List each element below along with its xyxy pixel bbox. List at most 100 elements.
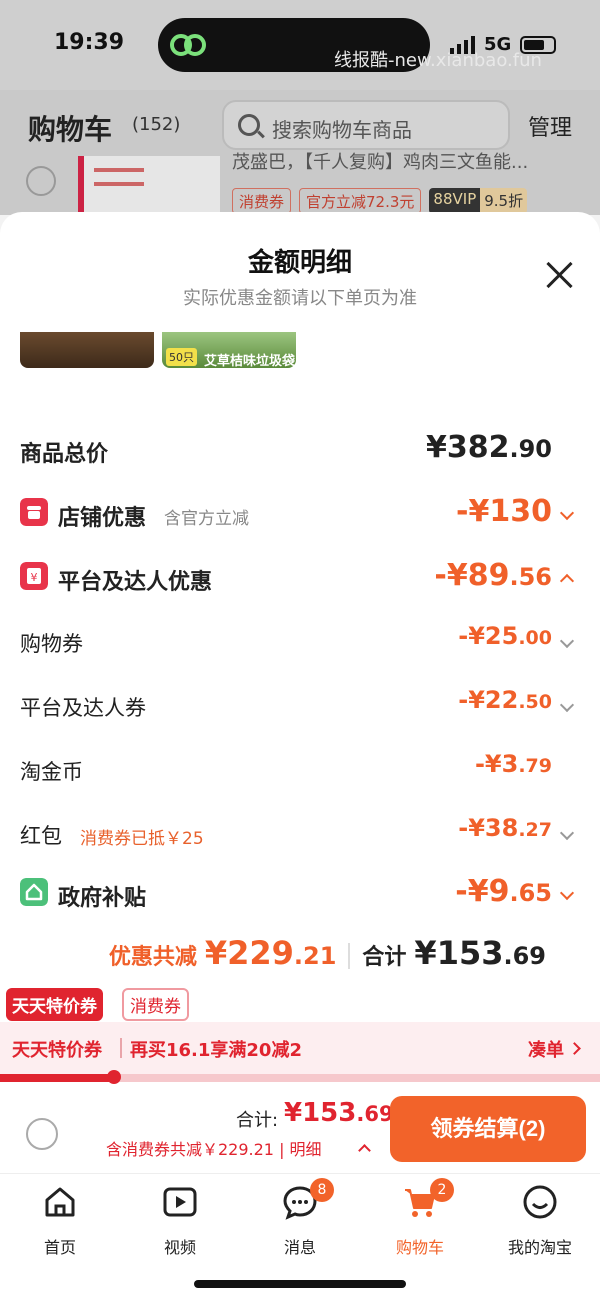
video-icon <box>163 1187 197 1217</box>
search-icon <box>238 114 260 136</box>
row-red-packet[interactable]: 红包 消费券已抵￥25 -¥38.27 <box>20 814 580 854</box>
cart-title: 购物车 <box>28 113 113 146</box>
row-value: -¥3.79 <box>474 750 552 778</box>
product-image: 50只 艾草桔味垃圾袋 <box>162 332 296 369</box>
row-creator-coupon[interactable]: 平台及达人券 -¥22.50 <box>20 686 580 726</box>
item-select-radio[interactable] <box>26 166 56 196</box>
select-all-radio[interactable] <box>26 1118 58 1150</box>
home-icon <box>45 1187 75 1217</box>
network-type: 5G <box>484 34 512 55</box>
promo-progress-handle <box>107 1070 121 1084</box>
link-icon <box>170 34 206 56</box>
checkout-total-label: 合计: <box>236 1110 279 1131</box>
row-label: 淘金币 <box>20 760 83 784</box>
row-label: 平台及达人券 <box>20 696 146 720</box>
chevron-down-icon <box>559 505 575 521</box>
cart-header-dimmed: 购物车 (152) 搜索购物车商品 管理 茂盛巴，【千人复购】鸡肉三文鱼能...… <box>0 90 600 216</box>
total-value: ¥153.69 <box>414 934 546 972</box>
coupon-icon: ¥ <box>20 562 48 590</box>
checkout-total: ¥153.69 <box>284 1098 394 1128</box>
item-title: 茂盛巴，【千人复购】鸡肉三文鱼能... <box>232 152 529 173</box>
discount-label: 优惠共减 <box>108 945 197 970</box>
cart-search-input[interactable]: 搜索购物车商品 <box>222 100 510 150</box>
promo-tag: 消费券 <box>122 988 189 1021</box>
store-icon <box>20 498 48 526</box>
product-image <box>20 332 154 368</box>
row-note: 含官方立减 <box>164 509 249 529</box>
item-tag: 官方立减72.3元 <box>299 188 422 214</box>
chevron-up-icon <box>559 573 575 589</box>
tab-cart[interactable]: 2 购物车 <box>360 1178 480 1264</box>
row-label: 商品总价 <box>20 442 109 467</box>
row-label: 平台及达人优惠 <box>58 570 213 595</box>
row-value: -¥22.50 <box>458 686 552 714</box>
row-taojinbi: 淘金币 -¥3.79 <box>20 750 580 790</box>
item-thumbnail <box>78 156 220 216</box>
row-shopping-coupon[interactable]: 购物券 -¥25.00 <box>20 622 580 662</box>
promo-title: 天天特价券 <box>12 1040 102 1061</box>
signal-icon <box>450 36 475 54</box>
item-tag: 消费券 <box>232 188 292 214</box>
product-image-label: 50只 <box>166 348 197 366</box>
promo-progress-fill <box>0 1074 114 1082</box>
chevron-up-icon <box>358 1144 371 1157</box>
divider <box>120 1038 122 1058</box>
row-value: -¥130 <box>456 494 552 529</box>
promo-bar[interactable]: 天天特价券 再买16.1享满20减2 凑单 <box>0 1022 600 1074</box>
checkout-discount-note[interactable]: 含消费券共减￥229.21 | 明细 <box>106 1136 322 1160</box>
checkout-button[interactable]: 领券结算(2) <box>390 1096 586 1162</box>
vip-tag: 88VIP 9.5折 <box>429 188 528 214</box>
promo-tag: 天天特价券 <box>6 988 103 1021</box>
tab-video[interactable]: 视频 <box>120 1184 240 1264</box>
divider <box>348 943 351 969</box>
product-image-text: 艾草桔味垃圾袋 <box>204 354 296 369</box>
promo-text: 再买16.1享满20减2 <box>130 1040 302 1061</box>
chevron-down-icon <box>559 885 575 901</box>
tab-messages[interactable]: 8 消息 <box>240 1178 360 1264</box>
row-label: 政府补贴 <box>58 886 147 911</box>
cart-count: (152) <box>132 114 181 135</box>
close-icon[interactable] <box>542 258 576 292</box>
total-label: 合计 <box>362 945 407 970</box>
sheet-title: 金额明细 <box>247 248 352 278</box>
cart-badge: 2 <box>430 1178 454 1202</box>
messages-badge: 8 <box>310 1178 334 1202</box>
row-total: 商品总价 ¥382.90 <box>20 430 580 470</box>
tab-home[interactable]: 首页 <box>0 1184 120 1264</box>
row-label: 购物券 <box>20 632 83 656</box>
discount-summary: 优惠共减 ¥229.21 合计 ¥153.69 <box>109 934 546 978</box>
manage-button[interactable]: 管理 <box>528 110 572 142</box>
home-indicator <box>194 1280 406 1288</box>
discount-value: ¥229.21 <box>204 934 337 972</box>
row-label: 红包 <box>20 824 62 848</box>
status-bar: 19:39 线报酷-new.xianbao.fun 5G <box>0 0 600 90</box>
row-note: 消费券已抵￥25 <box>80 829 204 849</box>
price-detail-sheet: 金额明细 实际优惠金额请以下单页为准 50只 艾草桔味垃圾袋 商品总价 ¥382… <box>0 212 600 1300</box>
row-gov-subsidy[interactable]: 政府补贴 -¥9.65 <box>20 874 580 914</box>
chevron-down-icon <box>559 697 575 713</box>
smile-icon <box>523 1185 557 1219</box>
checkout-bar: 合计: ¥153.69 含消费券共减￥229.21 | 明细 领券结算(2) <box>0 1084 600 1174</box>
row-value: -¥89.56 <box>434 558 552 593</box>
chevron-down-icon <box>559 825 575 841</box>
chevron-right-icon <box>568 1042 581 1055</box>
house-icon <box>20 878 48 906</box>
row-store-discount[interactable]: 店铺优惠 含官方立减 -¥130 <box>20 494 580 534</box>
row-value: ¥382.90 <box>425 430 552 465</box>
add-items-link[interactable]: 凑单 <box>528 1036 564 1062</box>
sheet-subtitle: 实际优惠金额请以下单页为准 <box>183 288 417 309</box>
svg-text:¥: ¥ <box>31 571 38 584</box>
promo-tags: 天天特价券 消费券 <box>0 984 600 1021</box>
row-label: 店铺优惠 <box>58 506 147 531</box>
row-value: -¥38.27 <box>458 814 552 842</box>
search-placeholder: 搜索购物车商品 <box>272 118 412 142</box>
item-tags: 消费券 官方立减72.3元 88VIP 9.5折 <box>232 188 528 214</box>
battery-icon <box>520 36 556 54</box>
tab-me[interactable]: 我的淘宝 <box>480 1184 600 1264</box>
row-value: -¥25.00 <box>458 622 552 650</box>
row-platform-discount[interactable]: ¥ 平台及达人优惠 -¥89.56 <box>20 558 580 598</box>
status-time: 19:39 <box>54 30 125 55</box>
row-value: -¥9.65 <box>455 874 552 909</box>
tab-bar: 首页 视频 8 消息 2 购物车 我的淘宝 <box>0 1174 600 1300</box>
chevron-down-icon <box>559 633 575 649</box>
